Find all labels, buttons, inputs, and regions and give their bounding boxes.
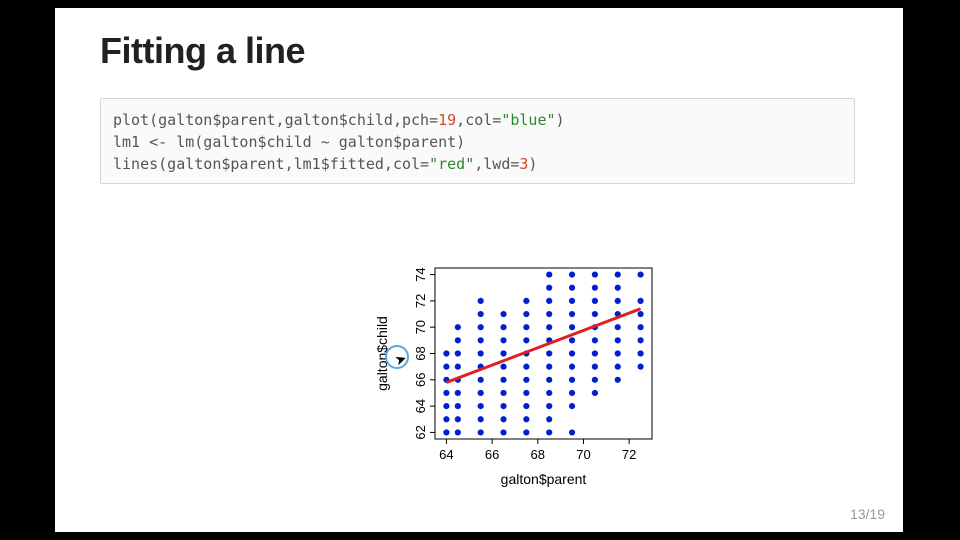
slide-title: Fitting a line bbox=[100, 30, 305, 72]
svg-text:62: 62 bbox=[413, 425, 428, 439]
svg-text:72: 72 bbox=[413, 294, 428, 308]
svg-text:70: 70 bbox=[576, 447, 590, 462]
svg-text:64: 64 bbox=[413, 399, 428, 413]
svg-text:68: 68 bbox=[413, 346, 428, 360]
code-line-1: plot(galton$parent,galton$child,pch=19,c… bbox=[113, 109, 842, 131]
svg-text:galton$child: galton$child bbox=[374, 316, 390, 391]
chart-svg: 64 66 68 70 72 62 64 66 68 70 72 74 galton$parent gal… bbox=[320, 253, 660, 513]
page-number: 13/19 bbox=[850, 506, 885, 522]
scatter-plot: 64 66 68 70 72 62 64 66 68 70 72 74 galton$parent gal… bbox=[320, 253, 660, 513]
slide: Fitting a line plot(galton$parent,galton… bbox=[55, 8, 903, 532]
code-line-2: lm1 <- lm(galton$child ~ galton$parent) bbox=[113, 131, 842, 153]
code-line-3: lines(galton$parent,lm1$fitted,col="red"… bbox=[113, 153, 842, 175]
svg-text:64: 64 bbox=[439, 447, 453, 462]
svg-text:74: 74 bbox=[413, 267, 428, 281]
svg-text:66: 66 bbox=[485, 447, 499, 462]
svg-text:72: 72 bbox=[622, 447, 636, 462]
code-block: plot(galton$parent,galton$child,pch=19,c… bbox=[100, 98, 855, 184]
svg-text:66: 66 bbox=[413, 373, 428, 387]
svg-text:68: 68 bbox=[531, 447, 545, 462]
svg-text:galton$parent: galton$parent bbox=[501, 471, 587, 487]
svg-text:70: 70 bbox=[413, 320, 428, 334]
